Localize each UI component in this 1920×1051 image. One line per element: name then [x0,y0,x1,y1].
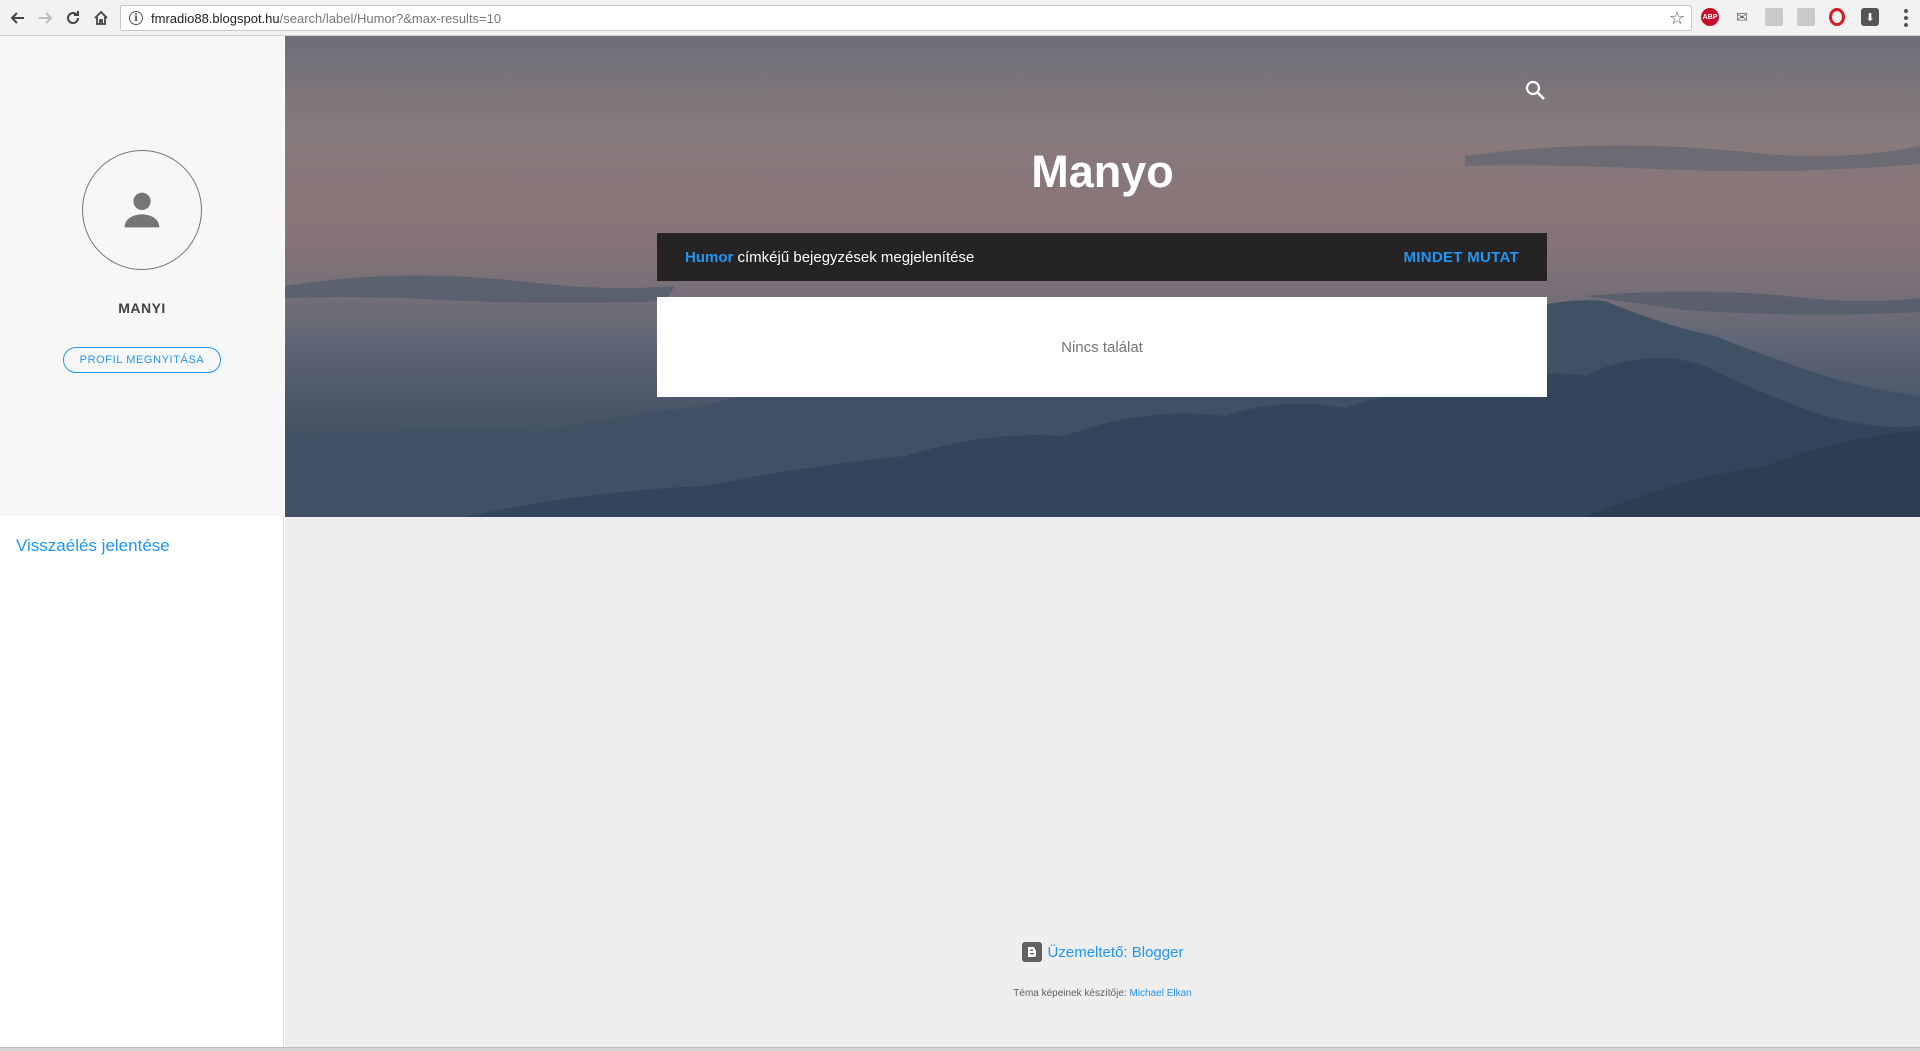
theme-credit-author-link[interactable]: Michael Elkan [1129,988,1191,999]
back-arrow-icon [10,12,24,24]
home-button[interactable] [90,7,112,29]
no-results-card: Nincs találat [657,297,1547,397]
info-icon[interactable]: i [129,11,143,25]
address-bar[interactable]: i fmradio88.blogspot.hu/search/label/Hum… [120,5,1692,31]
abp-icon[interactable]: ABP [1701,8,1719,26]
powered-by-blogger-link[interactable]: Üzemeltető: Blogger [1048,944,1184,961]
url-path: /search/label/Humor?&max-results=10 [279,10,502,26]
label-suffix: címkéjű bejegyzések megjelenítése [733,248,975,266]
theme-credit: Téma képeinek készítője: Michael Elkan [285,988,1920,999]
forward-arrow-icon [39,12,53,24]
browser-menu-icon[interactable] [1904,9,1908,27]
extension-icon[interactable] [1765,8,1783,26]
label-filter-text: Humor címkéjű bejegyzések megjelenítése [685,249,974,266]
mail-icon[interactable]: ✉ [1733,8,1751,26]
profile-name: MANYI [118,300,166,316]
forward-button[interactable] [34,7,56,29]
reload-button[interactable] [62,7,84,29]
avatar[interactable] [82,150,202,270]
main-content: Manyo Humor címkéjű bejegyzések megjelen… [285,36,1920,1051]
report-abuse-link[interactable]: Visszaélés jelentése [16,536,170,556]
header-background: Manyo Humor címkéjű bejegyzések megjelen… [285,36,1920,517]
abp-label: ABP [1702,13,1718,21]
back-button[interactable] [7,7,29,29]
url-text[interactable]: fmradio88.blogspot.hu/search/label/Humor… [151,11,501,26]
extension-icon[interactable] [1797,8,1815,26]
powered-by: Üzemeltető: Blogger [285,942,1920,962]
browser-toolbar: i fmradio88.blogspot.hu/search/label/Hum… [0,0,1920,36]
sidebar: MANYI PROFIL MEGNYITÁSA Visszaélés jelen… [0,36,284,1051]
no-results-text: Nincs találat [1061,338,1143,356]
status-bar [0,1047,1920,1051]
label-name: Humor [685,248,734,266]
reload-icon [67,11,80,25]
blog-title[interactable]: Manyo [285,146,1920,198]
bookmark-star-icon[interactable]: ☆ [1669,8,1685,28]
download-icon[interactable]: ⬇ [1861,8,1879,26]
label-filter-bar: Humor címkéjű bejegyzések megjelenítése … [657,233,1547,281]
home-icon [94,10,108,25]
blogger-icon[interactable] [1021,942,1042,962]
profile-panel: MANYI PROFIL MEGNYITÁSA [0,36,284,516]
blogger-b-icon [1027,947,1036,957]
person-icon [124,192,160,228]
open-profile-button[interactable]: PROFIL MEGNYITÁSA [63,347,221,373]
opera-icon[interactable] [1829,8,1845,26]
show-all-link[interactable]: MINDET MUTAT [1403,249,1519,266]
url-host: fmradio88.blogspot.hu [151,10,280,26]
search-icon[interactable] [1523,78,1547,102]
theme-credit-prefix: Téma képeinek készítője: [1013,988,1130,999]
